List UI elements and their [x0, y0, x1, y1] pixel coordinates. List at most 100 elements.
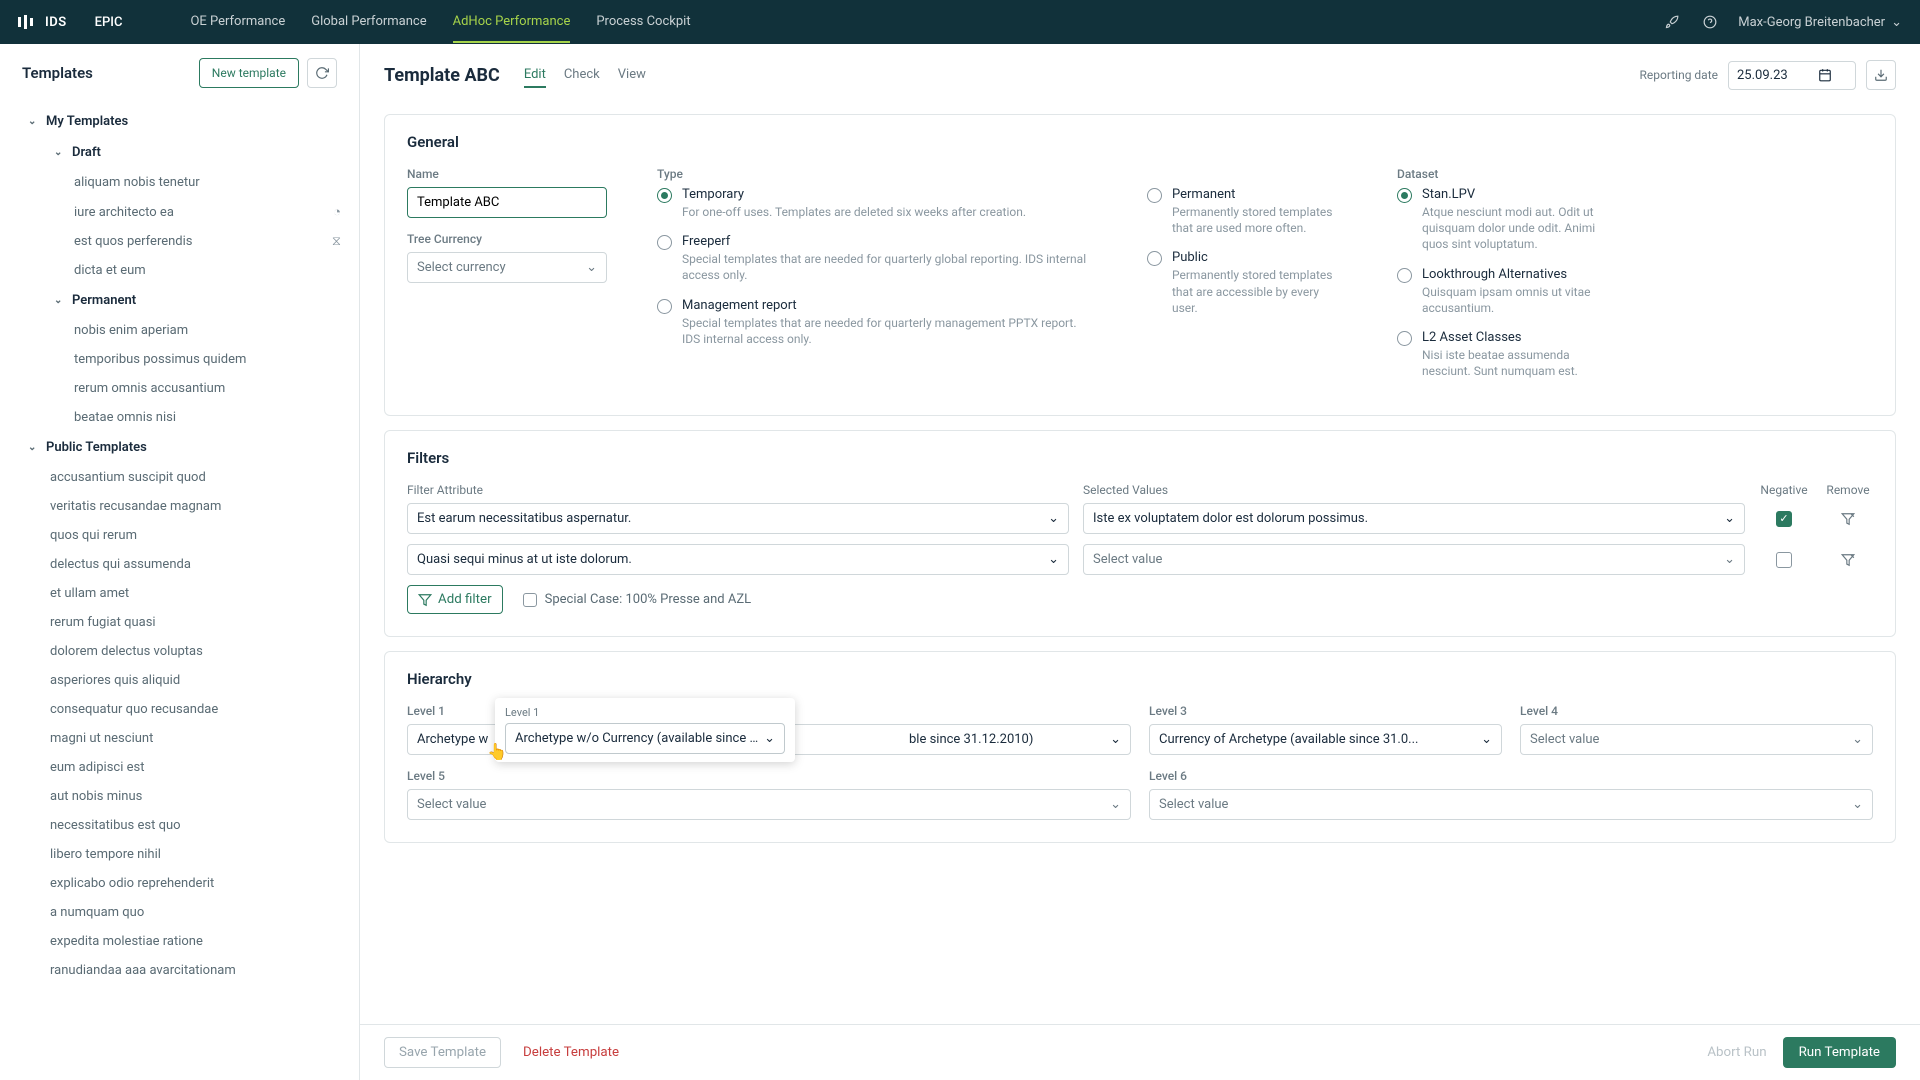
tree-item[interactable]: rerum fugiat quasi — [10, 608, 349, 637]
filter-vals-select[interactable]: Iste ex voluptatem dolor est dolorum pos… — [1083, 503, 1745, 534]
tree-item[interactable]: ranudiandaa aaa avarcitationam — [10, 956, 349, 985]
level-3-select[interactable]: Currency of Archetype (available since 3… — [1149, 724, 1502, 755]
negative-checkbox[interactable]: ✓ — [1776, 511, 1792, 527]
tree-group-public-templates[interactable]: ⌄Public Templates — [10, 432, 349, 463]
page-title: Template ABC — [384, 65, 500, 86]
tree-item[interactable]: temporibus possimus quidem — [10, 345, 349, 374]
tree-item[interactable]: aliquam nobis tenetur — [10, 168, 349, 197]
tree-item[interactable]: iure architecto ea◔ — [10, 197, 349, 227]
chevron-down-icon: ⌄ — [1724, 511, 1735, 526]
tree-item[interactable]: libero tempore nihil — [10, 840, 349, 869]
tree-item[interactable]: et ullam amet — [10, 579, 349, 608]
sidebar: Templates New template ⌄My Templates ⌄Dr… — [0, 44, 360, 1080]
tab-edit[interactable]: Edit — [524, 63, 546, 88]
tree-group-my-templates[interactable]: ⌄My Templates — [10, 106, 349, 137]
level-4-select[interactable]: Select value⌄ — [1520, 724, 1873, 755]
new-template-button[interactable]: New template — [199, 58, 299, 88]
download-button[interactable] — [1866, 60, 1896, 90]
chevron-down-icon: ⌄ — [1891, 15, 1902, 30]
radio-l2-asset[interactable] — [1397, 331, 1412, 346]
user-name: Max-Georg Breitenbacher — [1738, 15, 1885, 30]
chevron-down-icon: ⌄ — [28, 116, 38, 127]
level-2-select[interactable]: ble since 31.12.2010)⌄ — [778, 724, 1131, 755]
radio-desc: For one-off uses. Templates are deleted … — [682, 204, 1026, 220]
radio-management-report[interactable] — [657, 299, 672, 314]
level-6-select[interactable]: Select value⌄ — [1149, 789, 1873, 820]
radio-stan-lpv[interactable] — [1397, 188, 1412, 203]
level-5-select[interactable]: Select value⌄ — [407, 789, 1131, 820]
radio-lookthrough[interactable] — [1397, 268, 1412, 283]
template-tree: ⌄My Templates ⌄Draft aliquam nobis tenet… — [0, 102, 359, 1080]
tree-item[interactable]: delectus qui assumenda — [10, 550, 349, 579]
tree-item[interactable]: magni ut nesciunt — [10, 724, 349, 753]
filter-attr-select[interactable]: Quasi sequi minus at ut iste dolorum.⌄ — [407, 544, 1069, 575]
tree-item[interactable]: dicta et eum — [10, 256, 349, 285]
radio-public[interactable] — [1147, 251, 1162, 266]
help-icon[interactable] — [1700, 12, 1720, 32]
run-template-button[interactable]: Run Template — [1783, 1037, 1896, 1068]
tree-item[interactable]: aut nobis minus — [10, 782, 349, 811]
radio-temporary[interactable] — [657, 188, 672, 203]
tree-sub-draft[interactable]: ⌄Draft — [10, 137, 349, 168]
tree-item[interactable]: eum adipisci est — [10, 753, 349, 782]
tree-item[interactable]: accusantium suscipit quod — [10, 463, 349, 492]
filter-vals-select[interactable]: Select value⌄ — [1083, 544, 1745, 575]
rocket-icon[interactable] — [1662, 12, 1682, 32]
chevron-down-icon: ⌄ — [1852, 797, 1863, 812]
tree-item[interactable]: rerum omnis accusantium — [10, 374, 349, 403]
radio-freeperf[interactable] — [657, 235, 672, 250]
abort-run-button[interactable]: Abort Run — [1707, 1045, 1766, 1060]
save-template-button[interactable]: Save Template — [384, 1037, 501, 1068]
tab-view[interactable]: View — [618, 63, 646, 88]
radio-desc: Permanently stored templates that are ac… — [1172, 267, 1347, 316]
chevron-down-icon: ⌄ — [1048, 511, 1059, 526]
tree-item[interactable]: dolorem delectus voluptas — [10, 637, 349, 666]
remove-filter-button[interactable] — [1823, 553, 1873, 567]
tree-item[interactable]: nobis enim aperiam — [10, 316, 349, 345]
remove-filter-button[interactable] — [1823, 512, 1873, 526]
tree-item[interactable]: veritatis recusandae magnam — [10, 492, 349, 521]
tree-sub-permanent[interactable]: ⌄Permanent — [10, 285, 349, 316]
refresh-button[interactable] — [307, 58, 337, 88]
tree-item[interactable]: necessitatibus est quo — [10, 811, 349, 840]
delete-template-button[interactable]: Delete Template — [515, 1038, 627, 1067]
chevron-down-icon: ⌄ — [54, 147, 64, 158]
hierarchy-panel: Hierarchy Level 1 Archetype w⌄ Level 2 b… — [384, 651, 1896, 843]
level-4-label: Level 4 — [1520, 704, 1873, 718]
tree-item[interactable]: beatae omnis nisi — [10, 403, 349, 432]
user-menu[interactable]: Max-Georg Breitenbacher ⌄ — [1738, 15, 1902, 30]
currency-label: Tree Currency — [407, 232, 607, 246]
radio-permanent[interactable] — [1147, 188, 1162, 203]
add-filter-button[interactable]: Add filter — [407, 585, 503, 614]
brand-logo-icon — [18, 15, 35, 29]
filters-panel: Filters Filter Attribute Selected Values… — [384, 430, 1896, 637]
nav-adhoc-performance[interactable]: AdHoc Performance — [453, 2, 571, 43]
tree-item[interactable]: explicabo odio reprehenderit — [10, 869, 349, 898]
tree-item[interactable]: consequatur quo recusandae — [10, 695, 349, 724]
tab-check[interactable]: Check — [564, 63, 600, 88]
radio-desc: Quisquam ipsam omnis ut vitae accusantiu… — [1422, 284, 1597, 316]
name-input[interactable] — [407, 187, 607, 218]
radio-desc: Permanently stored templates that are us… — [1172, 204, 1347, 236]
chevron-down-icon: ⌄ — [1724, 552, 1735, 567]
special-case-checkbox[interactable]: Special Case: 100% Presse and AZL — [523, 592, 752, 607]
negative-checkbox[interactable] — [1776, 552, 1792, 568]
tree-item[interactable]: a numquam quo — [10, 898, 349, 927]
type-label: Type — [657, 167, 1097, 181]
filter-attr-select[interactable]: Est earum necessitatibus aspernatur.⌄ — [407, 503, 1069, 534]
nav-process-cockpit[interactable]: Process Cockpit — [596, 2, 690, 43]
chevron-down-icon: ⌄ — [28, 442, 38, 453]
tooltip-select[interactable]: Archetype w/o Currency (available since … — [505, 723, 785, 754]
nav-oe-performance[interactable]: OE Performance — [190, 2, 285, 43]
tree-item[interactable]: expedita molestiae ratione — [10, 927, 349, 956]
radio-label: Lookthrough Alternatives — [1422, 267, 1597, 282]
currency-select[interactable]: Select currency ⌄ — [407, 252, 607, 283]
nav-global-performance[interactable]: Global Performance — [311, 2, 426, 43]
reporting-date-input[interactable]: 25.09.23 — [1728, 61, 1856, 90]
tree-item[interactable]: asperiores quis aliquid — [10, 666, 349, 695]
tooltip-label: Level 1 — [505, 706, 785, 719]
tree-item[interactable]: est quos perferendis⧖ — [10, 227, 349, 256]
chevron-down-icon: ⌄ — [1852, 732, 1863, 747]
reporting-date-label: Reporting date — [1640, 68, 1718, 82]
tree-item[interactable]: quos qui rerum — [10, 521, 349, 550]
